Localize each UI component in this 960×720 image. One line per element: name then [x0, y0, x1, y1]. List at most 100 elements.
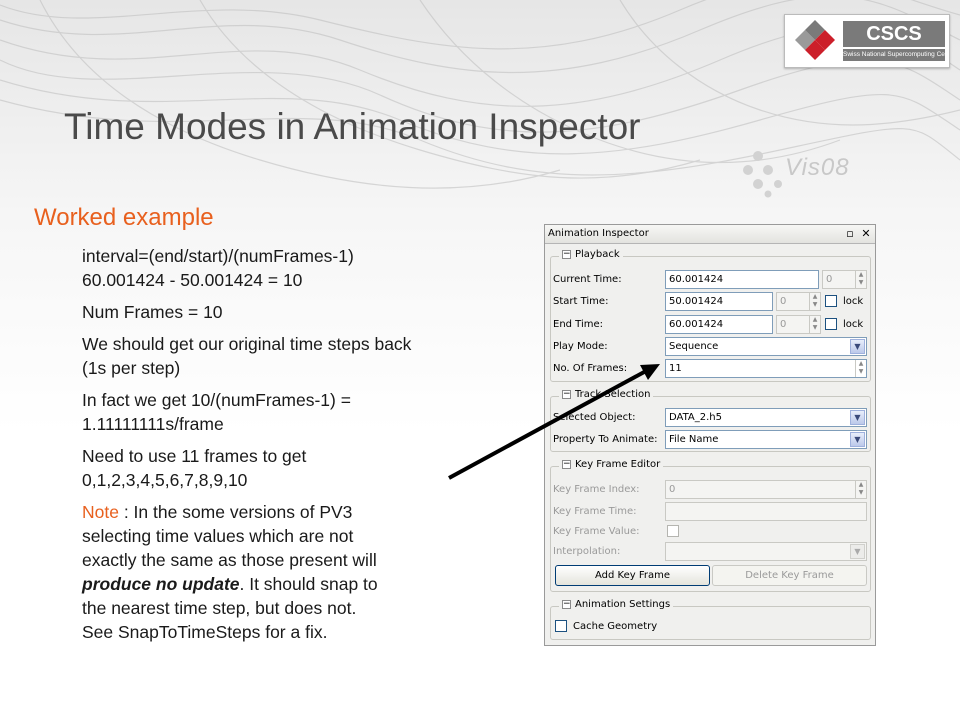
text-line: (1s per step)	[82, 358, 181, 378]
end-time-lock-checkbox[interactable]	[825, 318, 837, 330]
paragraph-actual: In fact we get 10/(numFrames-1) = 1.1111…	[82, 388, 532, 436]
spin-arrows-icon[interactable]: ▲ ▼	[809, 316, 820, 333]
text-line: Note : In the some versions of PV3	[82, 500, 532, 524]
key-frame-editor-group-header[interactable]: − Key Frame Editor	[559, 459, 664, 470]
chevron-down-icon[interactable]: ▼	[850, 339, 865, 354]
key-frame-time-label: Key Frame Time:	[553, 506, 637, 517]
current-time-label: Current Time:	[553, 274, 622, 285]
end-time-index-spinbox[interactable]: 0 ▲ ▼	[776, 315, 821, 334]
paragraph-eleven-frames: Need to use 11 frames to get 0,1,2,3,4,5…	[82, 444, 532, 492]
page-title: Time Modes in Animation Inspector	[64, 106, 641, 147]
frames-spinbox[interactable]: 11 ▲ ▼	[665, 359, 867, 378]
spinbox-value: 0	[826, 274, 833, 285]
vis08-logo-text: Vis08	[785, 154, 850, 181]
group-label: Playback	[575, 249, 620, 260]
note-label: Note	[82, 502, 119, 522]
section-subhead: Worked example	[34, 204, 214, 231]
cscs-logo: CSCS Swiss National Supercomputing Centr…	[784, 14, 950, 68]
select-value: Sequence	[669, 341, 719, 352]
end-time-input[interactable]: 60.001424	[665, 315, 773, 334]
play-mode-label: Play Mode:	[553, 341, 608, 352]
spinbox-value: 0	[780, 319, 787, 330]
chevron-down-icon[interactable]: ▼	[850, 544, 865, 559]
spin-arrows-icon[interactable]: ▲ ▼	[855, 360, 866, 377]
text-line: In fact we get 10/(numFrames-1) =	[82, 390, 351, 410]
current-time-input[interactable]: 60.001424	[665, 270, 819, 289]
spinbox-value: 0	[780, 296, 787, 307]
close-panel-icon[interactable]: ✕	[859, 227, 873, 241]
chevron-down-icon[interactable]: ▼	[850, 432, 865, 447]
select-value: DATA_2.h5	[669, 412, 723, 423]
paragraph-num-frames: Num Frames = 10	[82, 300, 532, 324]
interpolation-label: Interpolation:	[553, 546, 621, 557]
delete-key-frame-button[interactable]: Delete Key Frame	[712, 565, 867, 586]
current-time-index-spinbox[interactable]: 0 ▲ ▼	[822, 270, 867, 289]
text-line: selecting time values which are not	[82, 526, 354, 546]
cache-geometry-label: Cache Geometry	[573, 621, 658, 632]
cache-geometry-checkbox[interactable]	[555, 620, 567, 632]
chevron-down-icon[interactable]: ▼	[850, 410, 865, 425]
cscs-logo-subtitle: Swiss National Supercomputing Centre	[843, 49, 945, 61]
float-panel-icon[interactable]: ▫	[843, 227, 857, 241]
property-select[interactable]: File Name ▼	[665, 430, 867, 449]
group-label: Animation Settings	[575, 599, 671, 610]
spinbox-value: 11	[669, 363, 682, 374]
playback-group: − Playback Current Time: 60.001424 0 ▲ ▼ S…	[550, 249, 871, 382]
frames-label: No. Of Frames:	[553, 363, 628, 374]
collapse-minus-icon[interactable]: −	[562, 250, 571, 259]
note-text: . It should snap to	[239, 574, 378, 594]
end-time-label: End Time:	[553, 319, 604, 330]
text-line: 1.11111111s/frame	[82, 414, 224, 434]
text-line: 60.001424 - 50.001424 = 10	[82, 270, 303, 290]
spin-arrows-icon[interactable]: ▲ ▼	[809, 293, 820, 310]
start-time-index-spinbox[interactable]: 0 ▲ ▼	[776, 292, 821, 311]
lock-label: lock	[843, 296, 864, 307]
text-line: See SnapToTimeSteps for a fix.	[82, 622, 328, 642]
paragraph-interval: interval=(end/start)/(numFrames-1) 60.00…	[82, 244, 532, 292]
note-text: : In the some versions of PV3	[118, 502, 353, 522]
key-frame-index-label: Key Frame Index:	[553, 484, 640, 495]
key-frame-index-spinbox[interactable]: 0 ▲ ▼	[665, 480, 867, 499]
select-value: File Name	[669, 434, 719, 445]
spin-arrows-icon[interactable]: ▲ ▼	[855, 271, 866, 288]
cscs-logo-text: CSCS	[843, 21, 945, 47]
text-line: Need to use 11 frames to get	[82, 446, 307, 466]
track-selection-group: − Track Selection Selected Object: DATA_…	[550, 389, 871, 452]
animation-settings-group-header[interactable]: − Animation Settings	[559, 599, 674, 610]
collapse-minus-icon[interactable]: −	[562, 460, 571, 469]
key-frame-editor-group: − Key Frame Editor Key Frame Index: 0 ▲ ▼ …	[550, 459, 871, 592]
key-frame-value-label: Key Frame Value:	[553, 526, 640, 537]
add-key-frame-button[interactable]: Add Key Frame	[555, 565, 710, 586]
animation-inspector-panel: Animation Inspector ▫ ✕ − Playback Curre…	[544, 224, 876, 646]
panel-titlebar[interactable]: Animation Inspector ▫ ✕	[545, 225, 875, 244]
key-frame-time-input[interactable]	[665, 502, 867, 521]
collapse-minus-icon[interactable]: −	[562, 390, 571, 399]
track-selection-group-header[interactable]: − Track Selection	[559, 389, 654, 400]
spin-arrows-icon[interactable]: ▲ ▼	[855, 481, 866, 498]
key-frame-value-checkbox[interactable]	[667, 525, 679, 537]
paragraph-note: Note : In the some versions of PV3 selec…	[82, 500, 532, 644]
play-mode-select[interactable]: Sequence ▼	[665, 337, 867, 356]
group-label: Track Selection	[575, 389, 651, 400]
cscs-logo-mark-icon	[795, 20, 835, 60]
text-line: interval=(end/start)/(numFrames-1)	[82, 246, 354, 266]
animation-settings-group: − Animation Settings Cache Geometry	[550, 599, 871, 640]
interpolation-select[interactable]: ▼	[665, 542, 867, 561]
playback-group-header[interactable]: − Playback	[559, 249, 623, 260]
selected-object-select[interactable]: DATA_2.h5 ▼	[665, 408, 867, 427]
text-line: produce no update. It should snap to	[82, 572, 532, 596]
paragraph-expectation: We should get our original time steps ba…	[82, 332, 532, 380]
start-time-input[interactable]: 50.001424	[665, 292, 773, 311]
collapse-minus-icon[interactable]: −	[562, 600, 571, 609]
emphasis-text: produce no update	[82, 574, 240, 594]
text-line: 0,1,2,3,4,5,6,7,8,9,10	[82, 470, 248, 490]
start-time-lock-checkbox[interactable]	[825, 295, 837, 307]
text-line: the nearest time step, but does not.	[82, 598, 357, 618]
lock-label: lock	[843, 319, 864, 330]
selected-object-label: Selected Object:	[553, 412, 636, 423]
group-label: Key Frame Editor	[575, 459, 661, 470]
spinbox-value: 0	[669, 484, 676, 495]
slide-body: interval=(end/start)/(numFrames-1) 60.00…	[82, 244, 532, 652]
start-time-label: Start Time:	[553, 296, 609, 307]
property-label: Property To Animate:	[553, 434, 658, 445]
